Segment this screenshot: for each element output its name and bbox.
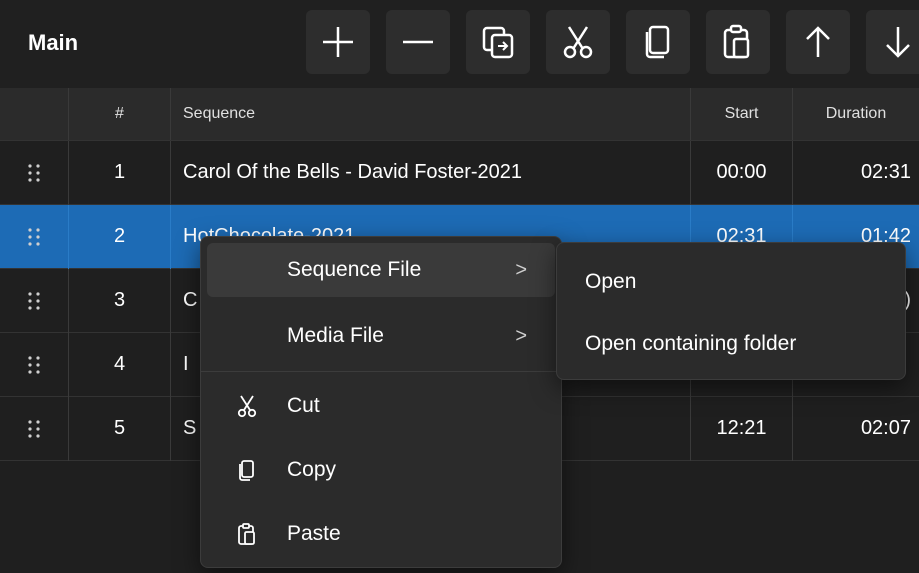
minus-icon bbox=[403, 40, 433, 44]
copy-icon bbox=[645, 25, 670, 59]
panel-title: Main bbox=[28, 30, 79, 55]
menu-item-copy[interactable]: Copy bbox=[207, 443, 555, 497]
row-number: 5 bbox=[68, 397, 170, 461]
table-row[interactable]: 1 Carol Of the Bells - David Foster-2021… bbox=[0, 141, 919, 205]
submenu-item-open[interactable]: Open bbox=[585, 255, 636, 309]
menu-item-label: Sequence File bbox=[287, 258, 422, 281]
copy-icon bbox=[239, 460, 254, 481]
paste-button[interactable] bbox=[706, 10, 770, 74]
remove-button[interactable] bbox=[386, 10, 450, 74]
cut-button[interactable] bbox=[546, 10, 610, 74]
row-start: 00:00 bbox=[690, 141, 792, 205]
row-duration: 02:07 bbox=[792, 397, 919, 461]
chevron-right-icon: > bbox=[515, 259, 527, 281]
duplicate-button[interactable] bbox=[466, 10, 530, 74]
arrow-down-icon bbox=[886, 27, 910, 58]
scissors-icon bbox=[237, 395, 257, 418]
row-start: 12:21 bbox=[690, 397, 792, 461]
scissors-icon bbox=[563, 26, 593, 59]
paste-icon bbox=[723, 24, 750, 59]
menu-item-label: Paste bbox=[287, 522, 341, 545]
menu-item-media-file[interactable]: Media File > bbox=[207, 309, 555, 363]
row-number: 1 bbox=[68, 141, 170, 205]
sequence-file-submenu: Open Open containing folder bbox=[556, 242, 906, 380]
add-button[interactable] bbox=[306, 10, 370, 74]
row-sequence: Carol Of the Bells - David Foster-2021 bbox=[170, 141, 690, 205]
row-duration: 02:31 bbox=[792, 141, 919, 205]
drag-handle-icon[interactable] bbox=[0, 141, 68, 205]
plus-icon bbox=[323, 27, 353, 57]
menu-item-paste[interactable]: Paste bbox=[207, 507, 555, 561]
move-up-button[interactable] bbox=[786, 10, 850, 74]
column-header-sequence[interactable]: Sequence bbox=[170, 88, 690, 140]
menu-item-cut[interactable]: Cut bbox=[207, 379, 555, 433]
chevron-right-icon: > bbox=[515, 325, 527, 347]
table-header: # Sequence Start Duration bbox=[0, 88, 919, 141]
panel-header: Main bbox=[0, 0, 919, 89]
row-number: 3 bbox=[68, 269, 170, 333]
menu-item-label: Cut bbox=[287, 394, 320, 417]
column-header-start[interactable]: Start bbox=[690, 88, 792, 140]
menu-item-sequence-file[interactable]: Sequence File > bbox=[207, 243, 555, 297]
row-number: 4 bbox=[68, 333, 170, 397]
move-down-button[interactable] bbox=[866, 10, 919, 74]
duplicate-icon bbox=[482, 26, 514, 59]
drag-handle-icon[interactable] bbox=[0, 397, 68, 461]
column-header-duration[interactable]: Duration bbox=[792, 88, 919, 140]
menu-item-label: Copy bbox=[287, 458, 337, 481]
context-menu: Sequence File > Media File > Cut Copy Pa… bbox=[200, 236, 562, 568]
menu-item-label: Media File bbox=[287, 324, 384, 347]
menu-separator bbox=[201, 371, 561, 372]
submenu-item-open-containing-folder[interactable]: Open containing folder bbox=[585, 317, 796, 371]
drag-handle-icon[interactable] bbox=[0, 269, 68, 333]
drag-handle-icon[interactable] bbox=[0, 333, 68, 397]
paste-icon bbox=[238, 523, 255, 545]
copy-button[interactable] bbox=[626, 10, 690, 74]
column-header-number[interactable]: # bbox=[68, 88, 170, 140]
arrow-up-icon bbox=[806, 26, 830, 57]
row-number: 2 bbox=[68, 205, 170, 269]
drag-handle-icon[interactable] bbox=[0, 205, 68, 269]
